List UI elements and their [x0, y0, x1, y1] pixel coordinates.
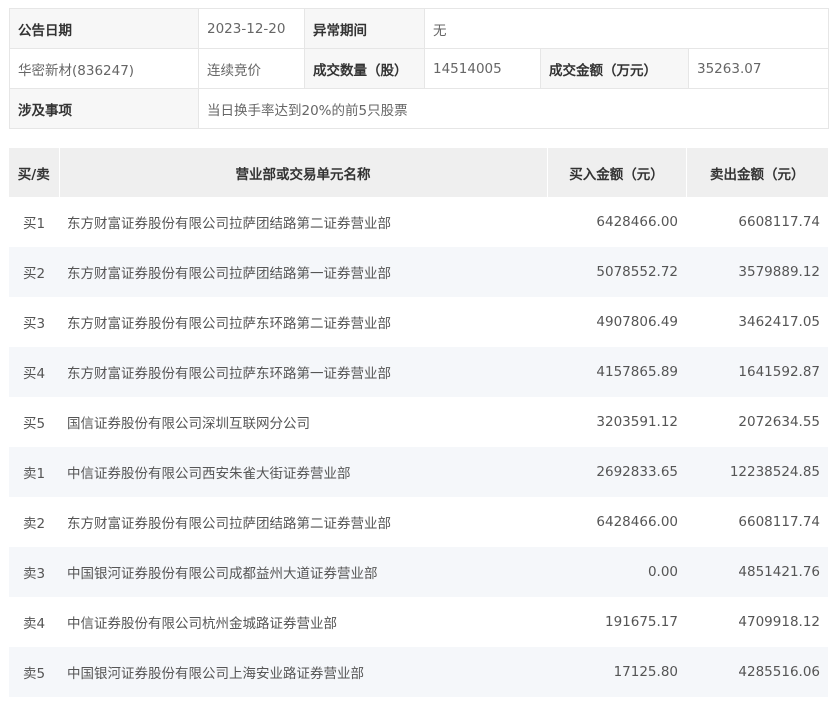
row-buy-amount: 4907806.49 [547, 297, 686, 347]
volume-label: 成交数量（股） [304, 48, 425, 89]
row-sell-amount: 6608117.74 [686, 497, 828, 547]
row-side: 卖5 [9, 647, 59, 697]
matter-label: 涉及事项 [9, 88, 199, 129]
row-side: 买2 [9, 247, 59, 297]
row-sell-amount: 3462417.05 [686, 297, 828, 347]
table-row: 买5 国信证券股份有限公司深圳互联网分公司 3203591.12 2072634… [9, 397, 828, 447]
row-buy-amount: 2692833.65 [547, 447, 686, 497]
abnormal-period-value: 无 [423, 8, 830, 49]
row-buy-amount: 6428466.00 [547, 197, 686, 247]
row-sell-amount: 4851421.76 [686, 547, 828, 597]
table-row: 卖4 中信证券股份有限公司杭州金城路证券营业部 191675.17 470991… [9, 597, 828, 647]
row-side: 卖1 [9, 447, 59, 497]
row-branch-name: 东方财富证券股份有限公司拉萨团结路第二证券营业部 [59, 197, 547, 247]
row-side: 卖2 [9, 497, 59, 547]
row-branch-name: 中信证券股份有限公司西安朱雀大街证券营业部 [59, 447, 547, 497]
volume-value: 14514005 [424, 48, 541, 89]
stock-name: 华密新材(836247) [9, 48, 199, 89]
row-side: 买3 [9, 297, 59, 347]
row-sell-amount: 3579889.12 [686, 247, 828, 297]
table-row: 买1 东方财富证券股份有限公司拉萨团结路第二证券营业部 6428466.00 6… [9, 197, 828, 247]
column-header-name: 营业部或交易单元名称 [59, 148, 548, 197]
column-header-buy: 买入金额（元） [547, 148, 687, 197]
row-sell-amount: 1641592.87 [686, 347, 828, 397]
announcement-date-value: 2023-12-20 [198, 8, 305, 49]
announcement-info-table: 公告日期 2023-12-20 异常期间 无 华密新材(836247) 连续竞价… [9, 8, 830, 129]
table-row: 买2 东方财富证券股份有限公司拉萨团结路第一证券营业部 5078552.72 3… [9, 247, 828, 297]
row-side: 买4 [9, 347, 59, 397]
row-branch-name: 中国银河证券股份有限公司上海安业路证券营业部 [59, 647, 547, 697]
table-row: 卖1 中信证券股份有限公司西安朱雀大街证券营业部 2692833.65 1223… [9, 447, 828, 497]
table-row: 卖3 中国银河证券股份有限公司成都益州大道证券营业部 0.00 4851421.… [9, 547, 828, 597]
row-branch-name: 东方财富证券股份有限公司拉萨东环路第二证券营业部 [59, 297, 547, 347]
row-buy-amount: 17125.80 [547, 647, 686, 697]
matter-value: 当日换手率达到20%的前5只股票 [197, 88, 830, 129]
row-sell-amount: 12238524.85 [686, 447, 828, 497]
row-branch-name: 东方财富证券股份有限公司拉萨东环路第一证券营业部 [59, 347, 547, 397]
row-branch-name: 中国银河证券股份有限公司成都益州大道证券营业部 [59, 547, 547, 597]
row-sell-amount: 4285516.06 [686, 647, 828, 697]
announcement-date-label: 公告日期 [9, 8, 199, 49]
table-header-row: 买/卖 营业部或交易单元名称 买入金额（元） 卖出金额（元） [9, 148, 828, 197]
row-buy-amount: 191675.17 [547, 597, 686, 647]
row-side: 卖4 [9, 597, 59, 647]
table-row: 卖5 中国银河证券股份有限公司上海安业路证券营业部 17125.80 42855… [9, 647, 828, 697]
info-row-matter: 涉及事项 当日换手率达到20%的前5只股票 [9, 88, 830, 129]
column-header-side: 买/卖 [9, 148, 60, 197]
row-side: 买5 [9, 397, 59, 447]
row-buy-amount: 3203591.12 [547, 397, 686, 447]
row-sell-amount: 4709918.12 [686, 597, 828, 647]
column-header-sell: 卖出金额（元） [686, 148, 828, 197]
row-side: 买1 [9, 197, 59, 247]
row-branch-name: 国信证券股份有限公司深圳互联网分公司 [59, 397, 547, 447]
row-branch-name: 中信证券股份有限公司杭州金城路证券营业部 [59, 597, 547, 647]
row-side: 卖3 [9, 547, 59, 597]
row-buy-amount: 5078552.72 [547, 247, 686, 297]
row-buy-amount: 6428466.00 [547, 497, 686, 547]
info-row-trade: 华密新材(836247) 连续竞价 成交数量（股） 14514005 成交金额（… [9, 48, 830, 89]
info-row-date: 公告日期 2023-12-20 异常期间 无 [9, 8, 830, 49]
row-sell-amount: 6608117.74 [686, 197, 828, 247]
trading-seats-table: 买/卖 营业部或交易单元名称 买入金额（元） 卖出金额（元） 买1 东方财富证券… [9, 148, 828, 697]
row-branch-name: 东方财富证券股份有限公司拉萨团结路第一证券营业部 [59, 247, 547, 297]
row-buy-amount: 0.00 [547, 547, 686, 597]
amount-label: 成交金额（万元） [540, 48, 689, 89]
table-row: 买4 东方财富证券股份有限公司拉萨东环路第一证券营业部 4157865.89 1… [9, 347, 828, 397]
amount-value: 35263.07 [687, 48, 830, 89]
trade-type: 连续竞价 [198, 48, 305, 89]
row-buy-amount: 4157865.89 [547, 347, 686, 397]
abnormal-period-label: 异常期间 [304, 8, 425, 49]
table-row: 卖2 东方财富证券股份有限公司拉萨团结路第二证券营业部 6428466.00 6… [9, 497, 828, 547]
table-row: 买3 东方财富证券股份有限公司拉萨东环路第二证券营业部 4907806.49 3… [9, 297, 828, 347]
row-branch-name: 东方财富证券股份有限公司拉萨团结路第二证券营业部 [59, 497, 547, 547]
row-sell-amount: 2072634.55 [686, 397, 828, 447]
